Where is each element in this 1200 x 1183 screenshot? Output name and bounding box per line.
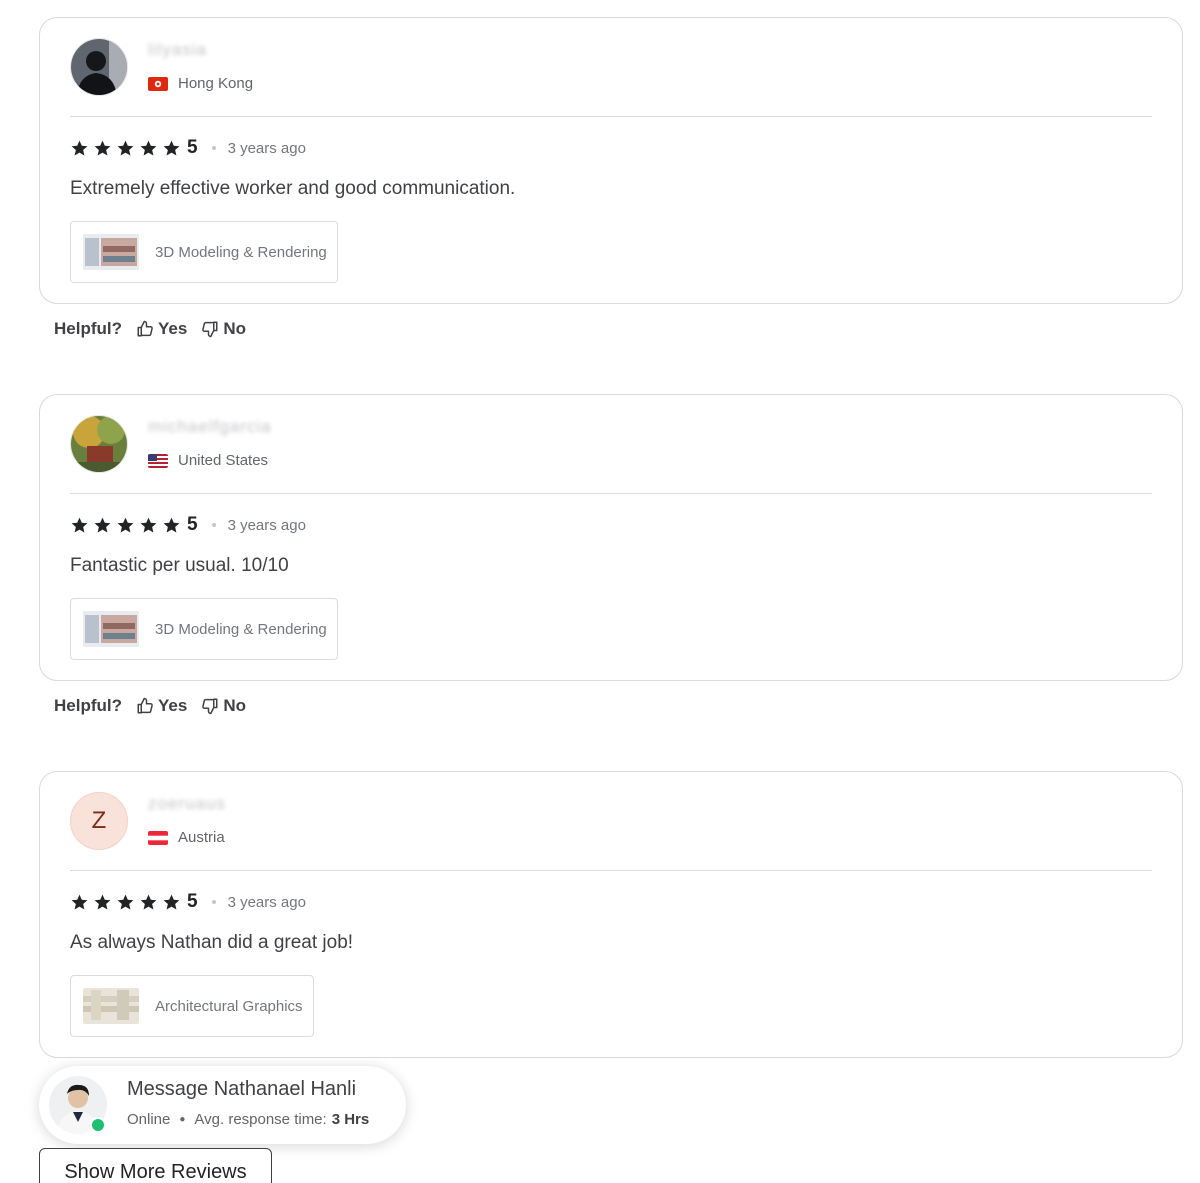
- service-chip[interactable]: 3D Modeling & Rendering: [70, 221, 338, 283]
- rating-row: 5 3 years ago: [70, 890, 306, 914]
- helpful-yes-button[interactable]: Yes: [136, 696, 187, 716]
- star-icon: [163, 517, 180, 533]
- reviewer-avatar[interactable]: Z: [70, 792, 128, 850]
- service-chip[interactable]: Architectural Graphics: [70, 975, 314, 1037]
- response-time-value: 3 Hrs: [331, 1111, 370, 1128]
- message-title: Message Nathanael Hanli: [127, 1078, 357, 1100]
- helpful-label: Helpful?: [54, 319, 122, 338]
- helpful-no-button[interactable]: No: [201, 319, 246, 339]
- star-icon: [163, 140, 180, 156]
- thumbs-up-icon: [137, 320, 153, 337]
- reviewer-username[interactable]: michaelfgarcia: [148, 417, 272, 437]
- service-name: 3D Modeling & Rendering: [155, 243, 327, 261]
- rating-row: 5 3 years ago: [70, 513, 306, 537]
- star-icon: [71, 140, 88, 156]
- rating-value: 5: [187, 514, 198, 535]
- thumbs-down-icon: [202, 321, 218, 338]
- service-name: Architectural Graphics: [155, 997, 303, 1015]
- divider: [70, 870, 1152, 871]
- online-status-text: Online: [127, 1111, 171, 1128]
- helpful-yes-button[interactable]: Yes: [136, 319, 187, 339]
- separator-dot: ●: [179, 1114, 186, 1125]
- star-icon: [163, 894, 180, 910]
- reviewer-avatar[interactable]: [70, 38, 128, 96]
- review-time: 3 years ago: [227, 893, 306, 911]
- rating-row: 5 3 years ago: [70, 136, 306, 160]
- review-card: michaelfgarcia United States 5 3 years a…: [39, 394, 1183, 681]
- star-icon: [117, 517, 134, 533]
- reviewer-country: United States: [148, 452, 268, 469]
- star-icon: [117, 894, 134, 910]
- helpful-no-label: No: [223, 696, 246, 715]
- helpful-row: Helpful? Yes No: [54, 696, 246, 716]
- country-name: Austria: [178, 829, 225, 846]
- star-icon: [140, 517, 157, 533]
- star-icon: [140, 894, 157, 910]
- thumbs-up-icon: [137, 697, 153, 714]
- response-time-label: Avg. response time:: [194, 1111, 327, 1128]
- star-rating: [70, 139, 181, 158]
- online-status-indicator: [90, 1117, 106, 1133]
- reviewer-username[interactable]: lilyasia: [148, 40, 207, 60]
- divider: [70, 493, 1152, 494]
- message-subtitle: Online ● Avg. response time: 3 Hrs: [127, 1111, 369, 1128]
- star-rating: [70, 893, 181, 912]
- service-chip[interactable]: 3D Modeling & Rendering: [70, 598, 338, 660]
- reviewer-username[interactable]: zoeruaus: [148, 794, 226, 814]
- review-text: Fantastic per usual. 10/10: [70, 555, 289, 576]
- service-thumbnail: [83, 234, 139, 270]
- star-icon: [71, 894, 88, 910]
- austria-flag-icon: [148, 830, 168, 845]
- service-name: 3D Modeling & Rendering: [155, 620, 327, 638]
- review-time: 3 years ago: [227, 516, 306, 534]
- helpful-no-button[interactable]: No: [201, 696, 246, 716]
- helpful-no-label: No: [223, 319, 246, 338]
- separator-dot: [211, 523, 216, 527]
- star-rating: [70, 516, 181, 535]
- reviewer-avatar[interactable]: [70, 415, 128, 473]
- show-more-reviews-button[interactable]: Show More Reviews: [39, 1148, 272, 1183]
- separator-dot: [211, 900, 216, 904]
- review-card: Z zoeruaus Austria 5 3 years ago As alwa…: [39, 771, 1183, 1058]
- hong-kong-flag-icon: [148, 76, 168, 91]
- service-thumbnail: [83, 611, 139, 647]
- review-text: Extremely effective worker and good comm…: [70, 178, 516, 199]
- helpful-row: Helpful? Yes No: [54, 319, 246, 339]
- separator-dot: [211, 146, 216, 150]
- rating-value: 5: [187, 891, 198, 912]
- divider: [70, 116, 1152, 117]
- star-icon: [117, 140, 134, 156]
- star-icon: [94, 517, 111, 533]
- reviewer-country: Hong Kong: [148, 75, 253, 92]
- reviewer-country: Austria: [148, 829, 225, 846]
- united-states-flag-icon: [148, 453, 168, 468]
- thumbs-down-icon: [202, 698, 218, 715]
- review-text: As always Nathan did a great job!: [70, 932, 354, 953]
- service-thumbnail: [83, 988, 139, 1024]
- star-icon: [94, 894, 111, 910]
- rating-value: 5: [187, 137, 198, 158]
- helpful-yes-label: Yes: [158, 319, 188, 338]
- review-time: 3 years ago: [227, 139, 306, 157]
- country-name: United States: [178, 452, 269, 469]
- country-name: Hong Kong: [178, 75, 254, 92]
- star-icon: [71, 517, 88, 533]
- star-icon: [94, 140, 111, 156]
- star-icon: [140, 140, 157, 156]
- review-card: lilyasia Hong Kong 5 3 years ago Extreme…: [39, 17, 1183, 304]
- helpful-yes-label: Yes: [158, 696, 188, 715]
- helpful-label: Helpful?: [54, 696, 122, 715]
- message-seller-widget[interactable]: Message Nathanael Hanli Online ● Avg. re…: [39, 1066, 406, 1144]
